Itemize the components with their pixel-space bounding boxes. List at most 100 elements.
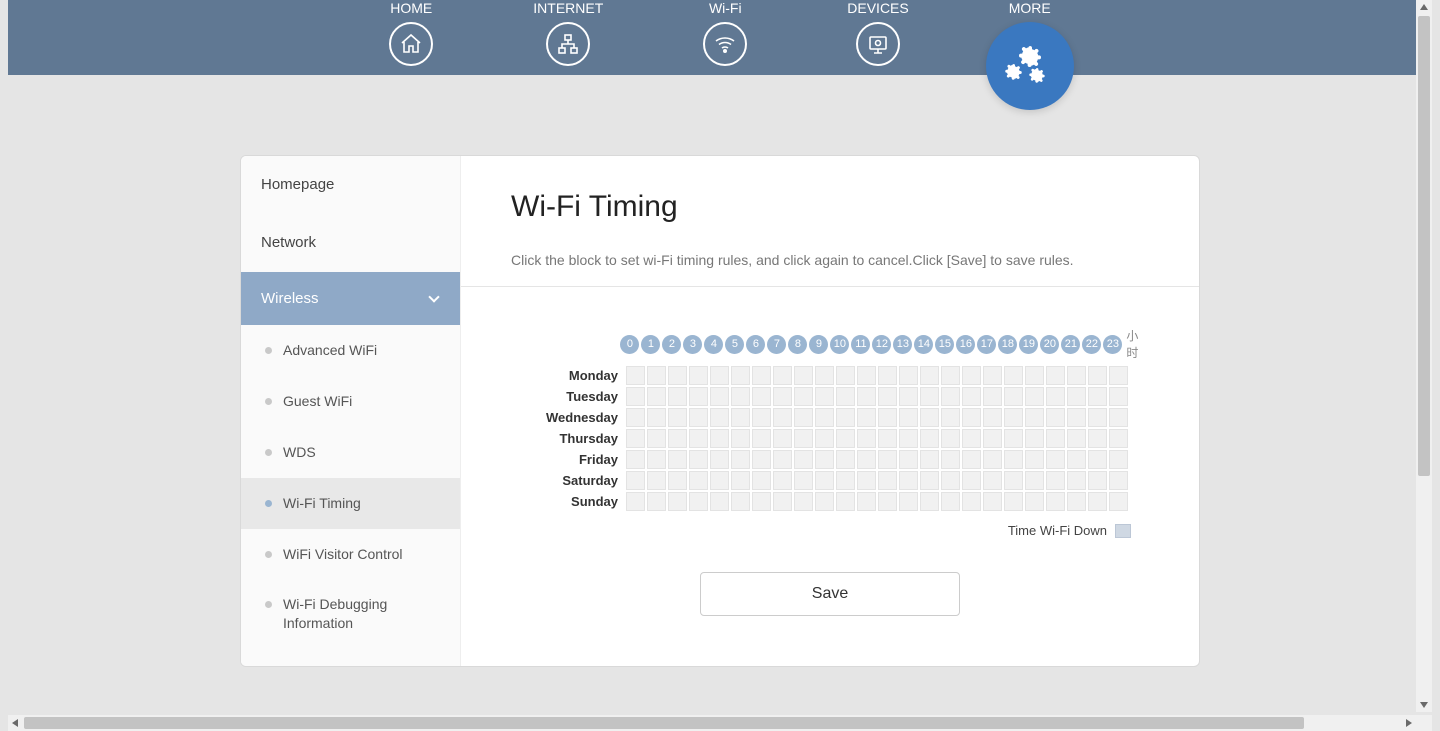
timing-cell[interactable] <box>941 408 960 427</box>
timing-cell[interactable] <box>1088 387 1107 406</box>
sidebar-network[interactable]: Network <box>241 214 460 272</box>
scroll-down-arrow-icon[interactable] <box>1420 702 1428 708</box>
timing-cell[interactable] <box>878 492 897 511</box>
timing-cell[interactable] <box>857 450 876 469</box>
timing-cell[interactable] <box>1025 366 1044 385</box>
timing-cell[interactable] <box>815 450 834 469</box>
timing-cell[interactable] <box>710 471 729 490</box>
timing-cell[interactable] <box>794 408 813 427</box>
timing-cell[interactable] <box>1025 429 1044 448</box>
timing-cell[interactable] <box>857 366 876 385</box>
timing-cell[interactable] <box>752 387 771 406</box>
timing-cell[interactable] <box>962 387 981 406</box>
timing-cell[interactable] <box>689 492 708 511</box>
timing-cell[interactable] <box>1109 450 1128 469</box>
timing-cell[interactable] <box>731 492 750 511</box>
timing-cell[interactable] <box>878 450 897 469</box>
nav-wifi[interactable]: Wi-Fi <box>703 0 747 66</box>
timing-cell[interactable] <box>1109 387 1128 406</box>
timing-cell[interactable] <box>731 429 750 448</box>
timing-cell[interactable] <box>626 492 645 511</box>
timing-cell[interactable] <box>836 387 855 406</box>
timing-cell[interactable] <box>647 450 666 469</box>
timing-cell[interactable] <box>983 471 1002 490</box>
timing-cell[interactable] <box>941 450 960 469</box>
timing-cell[interactable] <box>815 429 834 448</box>
timing-cell[interactable] <box>836 408 855 427</box>
timing-cell[interactable] <box>983 450 1002 469</box>
sidebar-item-guest-wifi[interactable]: Guest WiFi <box>241 376 460 427</box>
timing-cell[interactable] <box>1025 492 1044 511</box>
timing-cell[interactable] <box>983 387 1002 406</box>
timing-cell[interactable] <box>647 429 666 448</box>
timing-cell[interactable] <box>1004 408 1023 427</box>
timing-cell[interactable] <box>983 408 1002 427</box>
scroll-up-arrow-icon[interactable] <box>1420 4 1428 10</box>
horizontal-scrollbar[interactable] <box>8 715 1416 731</box>
timing-cell[interactable] <box>857 387 876 406</box>
timing-cell[interactable] <box>710 450 729 469</box>
vertical-scrollbar[interactable] <box>1416 0 1432 712</box>
scroll-right-arrow-icon[interactable] <box>1406 719 1412 727</box>
timing-cell[interactable] <box>689 408 708 427</box>
nav-home[interactable]: HOME <box>389 0 433 66</box>
timing-cell[interactable] <box>689 471 708 490</box>
timing-cell[interactable] <box>1046 408 1065 427</box>
sidebar-item-wds[interactable]: WDS <box>241 427 460 478</box>
timing-cell[interactable] <box>815 387 834 406</box>
timing-cell[interactable] <box>689 429 708 448</box>
timing-cell[interactable] <box>1004 450 1023 469</box>
timing-cell[interactable] <box>1067 366 1086 385</box>
timing-cell[interactable] <box>1025 387 1044 406</box>
timing-cell[interactable] <box>1004 429 1023 448</box>
timing-cell[interactable] <box>1025 471 1044 490</box>
timing-cell[interactable] <box>710 408 729 427</box>
timing-cell[interactable] <box>731 408 750 427</box>
timing-cell[interactable] <box>962 492 981 511</box>
timing-cell[interactable] <box>1046 471 1065 490</box>
timing-cell[interactable] <box>815 492 834 511</box>
timing-cell[interactable] <box>941 492 960 511</box>
timing-cell[interactable] <box>836 450 855 469</box>
timing-cell[interactable] <box>773 471 792 490</box>
timing-cell[interactable] <box>773 387 792 406</box>
timing-cell[interactable] <box>899 492 918 511</box>
timing-cell[interactable] <box>899 450 918 469</box>
timing-cell[interactable] <box>668 408 687 427</box>
timing-cell[interactable] <box>626 450 645 469</box>
timing-cell[interactable] <box>962 450 981 469</box>
timing-cell[interactable] <box>794 429 813 448</box>
nav-internet[interactable]: INTERNET <box>533 0 603 66</box>
timing-cell[interactable] <box>710 492 729 511</box>
timing-cell[interactable] <box>773 429 792 448</box>
timing-cell[interactable] <box>899 387 918 406</box>
sidebar-item-wifi-timing[interactable]: Wi-Fi Timing <box>241 478 460 529</box>
timing-cell[interactable] <box>836 492 855 511</box>
timing-cell[interactable] <box>1046 450 1065 469</box>
timing-cell[interactable] <box>647 366 666 385</box>
timing-cell[interactable] <box>920 408 939 427</box>
timing-cell[interactable] <box>941 429 960 448</box>
timing-cell[interactable] <box>920 366 939 385</box>
timing-cell[interactable] <box>731 366 750 385</box>
timing-cell[interactable] <box>920 429 939 448</box>
timing-cell[interactable] <box>647 471 666 490</box>
vertical-scrollbar-thumb[interactable] <box>1418 16 1430 476</box>
timing-cell[interactable] <box>941 366 960 385</box>
timing-cell[interactable] <box>1004 387 1023 406</box>
timing-cell[interactable] <box>752 492 771 511</box>
timing-cell[interactable] <box>857 408 876 427</box>
timing-cell[interactable] <box>1067 387 1086 406</box>
timing-cell[interactable] <box>668 450 687 469</box>
timing-cell[interactable] <box>689 387 708 406</box>
timing-cell[interactable] <box>752 450 771 469</box>
timing-cell[interactable] <box>1046 429 1065 448</box>
timing-cell[interactable] <box>794 450 813 469</box>
timing-cell[interactable] <box>1004 366 1023 385</box>
nav-devices[interactable]: DEVICES <box>847 0 908 66</box>
timing-cell[interactable] <box>668 387 687 406</box>
timing-cell[interactable] <box>899 366 918 385</box>
horizontal-scrollbar-thumb[interactable] <box>24 717 1304 729</box>
timing-cell[interactable] <box>710 366 729 385</box>
timing-cell[interactable] <box>1004 471 1023 490</box>
